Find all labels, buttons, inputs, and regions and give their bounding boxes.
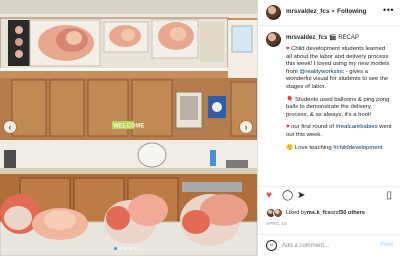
others-link[interactable]: 50 others [340, 210, 365, 216]
following-button[interactable]: Following [337, 8, 366, 15]
avatar[interactable] [266, 32, 281, 47]
caption-text-segment: Love teaching [293, 144, 334, 151]
comment-input[interactable] [282, 239, 372, 252]
carousel-dot [119, 247, 122, 250]
separator-dot: • [332, 8, 335, 15]
post-actions: ♥ ◯ ➤ ▯ [258, 186, 400, 205]
caption-paragraph: ♥ Child development students learned all… [286, 46, 392, 92]
hashtag-link[interactable]: #childdevelopment [333, 145, 382, 151]
carousel-indicator [114, 247, 137, 250]
username-link[interactable]: mrsvaldez_fcs [286, 8, 329, 15]
carousel-dot [124, 247, 127, 250]
emoji-icon[interactable]: ☺ [266, 240, 277, 251]
carousel-dot [114, 247, 117, 250]
avatar[interactable] [266, 5, 281, 20]
like-icon[interactable]: ♥ [266, 190, 272, 202]
previous-photo-button[interactable]: ‹ [4, 121, 16, 133]
caption-paragraph: 🎈 Students used balloons & ping pong bal… [286, 97, 392, 120]
next-photo-button[interactable]: › [240, 121, 252, 133]
clapper-icon: 🎬 [329, 35, 337, 41]
liker-username-link[interactable]: ms.k_fcs [307, 210, 331, 216]
classroom-photo: WELCOME [0, 0, 257, 256]
more-options-icon[interactable]: ••• [383, 5, 394, 15]
caption-paragraph: ♥ our first round of #realcarebabies wen… [286, 124, 392, 139]
carousel-dot [129, 247, 132, 250]
caption-header: mrsvaldez_fcs 🎬 RECAP [286, 34, 359, 41]
likes-summary: Liked by ms.k_fcs and 50 others [266, 208, 365, 218]
post-side-panel: mrsvaldez_fcs • Following ••• mrsvaldez_… [257, 0, 400, 256]
likes-middle: and [330, 210, 341, 216]
caption-text-segment: our first round of [289, 124, 336, 131]
caption-text-segment: Students used balloons & ping pong balls… [286, 96, 390, 118]
carousel-dot [134, 247, 137, 250]
mention-link[interactable]: @realityworksinc [299, 69, 344, 75]
comment-bar: ☺ Post [258, 234, 400, 257]
caption-text: ♥ Child development students learned all… [286, 46, 392, 157]
comment-icon[interactable]: ◯ [282, 190, 293, 202]
caption-paragraph: 🙂 Love teaching #childdevelopment [286, 145, 392, 153]
post-comment-button[interactable]: Post [380, 242, 393, 248]
recap-label: RECAP [338, 35, 359, 41]
bookmark-icon[interactable]: ▯ [386, 190, 392, 202]
post-header: mrsvaldez_fcs • Following ••• [258, 0, 400, 26]
post-date[interactable]: APRIL 19 [266, 221, 287, 226]
hashtag-link[interactable]: #realcarebabies [336, 124, 378, 130]
post-caption: mrsvaldez_fcs 🎬 RECAP ♥ Child developmen… [258, 26, 400, 186]
likes-prefix: Liked by [286, 210, 307, 216]
share-icon[interactable]: ➤ [297, 190, 305, 202]
caption-username-link[interactable]: mrsvaldez_fcs [286, 35, 327, 41]
header-username-row: mrsvaldez_fcs • Following [286, 8, 367, 15]
post-photo[interactable]: WELCOME ‹ › [0, 0, 257, 256]
welcome-sign-text: WELCOME [113, 124, 144, 130]
instagram-post: WELCOME ‹ › mrsvaldez_fcs • Following ••… [0, 0, 400, 256]
avatar [273, 208, 283, 218]
